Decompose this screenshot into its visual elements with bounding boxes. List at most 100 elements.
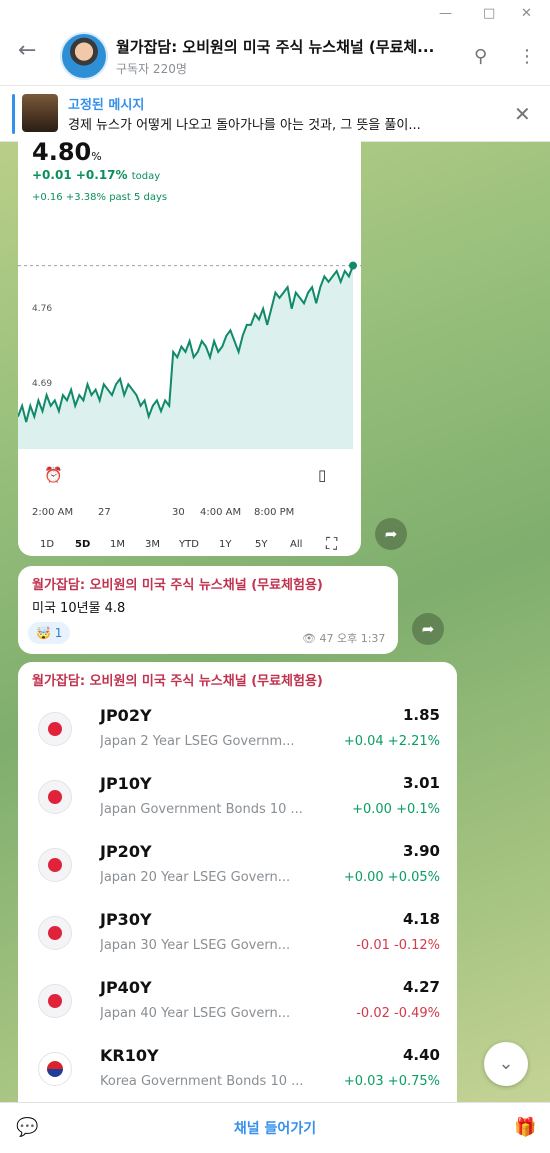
search-icon[interactable]: ⚲ [474,46,487,67]
period-1m[interactable]: 1M [110,539,125,550]
bond-row[interactable]: KR10Y Korea Government Bonds 10 ... 4.40 +0… [18,1042,457,1102]
japan-flag-icon [38,712,72,746]
bond-change-pct: +0.75% [387,1074,440,1089]
bond-change-value: -0.02 [356,1006,390,1021]
bond-row[interactable]: JP10Y Japan Government Bonds 10 ... 3.01 +0… [18,770,457,838]
bond-change: +0.03 +0.75% [344,1074,440,1089]
bond-name: Japan Government Bonds 10 ... [100,802,303,817]
japan-flag-icon [38,780,72,814]
reaction-chip[interactable]: 🤯 1 [28,622,71,644]
chart-area-fill [18,265,353,449]
period-5d[interactable]: 5D [75,539,90,550]
message-author[interactable]: 월가잡담: 오비원의 미국 주식 뉴스채널 (무료체험용) [32,574,323,593]
period-ytd[interactable]: YTD [179,539,199,550]
past-change-pct: +3.38% [65,192,106,203]
bond-change: -0.01 -0.12% [356,938,440,953]
channel-title[interactable]: 월가잡담: 오비원의 미국 주식 뉴스채널 (무료체... [116,36,434,57]
bond-yield: 3.01 [402,774,440,792]
window-close-icon[interactable]: ✕ [521,6,532,21]
bond-change-pct: +2.21% [387,734,440,749]
y-tick-label: 4.76 [32,303,53,314]
korea-flag-icon [38,1052,72,1086]
candle-toggle-icon[interactable]: ▯ [318,466,326,484]
x-tick-label: 4:00 AM [200,507,242,518]
bond-symbol: JP40Y [100,978,152,997]
japan-flag-icon [38,916,72,950]
yield-number: 4.80 [32,138,92,166]
past-change: +0.16 +3.38% past 5 days [32,192,167,203]
japan-flag-icon [38,848,72,882]
gift-icon[interactable]: 🎁 [514,1117,536,1138]
period-5y[interactable]: 5Y [255,539,267,550]
bond-change-pct: +0.05% [387,870,440,885]
fullscreen-icon[interactable]: ⛶ [326,534,337,554]
bond-row[interactable]: JP40Y Japan 40 Year LSEG Govern... 4.27 -0.… [18,974,457,1042]
yield-unit: % [91,150,102,163]
scroll-down-button[interactable]: ⌄ [484,1042,528,1086]
eye-icon: 👁 [302,632,316,645]
bond-row[interactable]: JP30Y Japan 30 Year LSEG Govern... 4.18 -0.… [18,906,457,974]
bond-symbol: JP02Y [100,706,152,725]
pinned-text: 경제 뉴스가 어떻게 나오고 돌아가나를 아는 것과, 그 뜻을 풀이... [68,118,421,133]
bond-symbol: JP20Y [100,842,152,861]
reaction-emoji: 🤯 [36,626,51,640]
bond-symbol: KR10Y [100,1046,159,1065]
bond-change-value: +0.00 [343,870,384,885]
y-tick-label: 4.69 [32,379,53,390]
chart-message-bubble: 4.80% +0.01 +0.17% today +0.16 +3.38% pa… [18,134,361,556]
period-all[interactable]: All [290,539,302,550]
message-text: 미국 10년물 4.8 [32,601,126,616]
pinned-indicator [12,94,15,134]
bond-name: Japan 2 Year LSEG Governm... [100,734,295,749]
bond-row[interactable]: JP20Y Japan 20 Year LSEG Govern... 3.90 +0.… [18,838,457,906]
window-minimize-icon[interactable]: — [439,6,452,21]
subscriber-count: 구독자 220명 [116,62,187,76]
today-change: +0.01 +0.17% today [32,168,160,182]
x-tick-label: 8:00 PM [254,507,295,518]
bond-change-value: +0.00 [352,802,392,817]
close-pinned-icon[interactable]: ✕ [514,102,531,126]
today-change-pct: +0.17% [75,168,128,182]
today-change-value: +0.01 [32,168,72,182]
bond-change-value: -0.01 [356,938,390,953]
yield-value: 4.80% [32,138,102,166]
bond-symbol: JP10Y [100,774,152,793]
more-options-icon[interactable]: ⋮ [518,46,536,67]
alarm-clock-icon[interactable]: ⏰ [44,466,63,484]
bond-yield: 4.40 [402,1046,440,1064]
message-bubble: 월가잡담: 오비원의 미국 주식 뉴스채널 (무료체험용) 미국 10년물 4.… [18,566,398,654]
period-1y[interactable]: 1Y [219,539,231,550]
bond-row[interactable]: JP02Y Japan 2 Year LSEG Governm... 1.85 +0.… [18,702,457,770]
window-maximize-icon[interactable]: □ [483,6,495,21]
channel-avatar[interactable] [60,32,108,80]
japan-flag-icon [38,984,72,1018]
pinned-title: 고정된 메시지 [68,98,145,113]
bond-change: +0.00 +0.05% [344,870,440,885]
view-count: 47 [319,632,334,645]
period-1d[interactable]: 1D [40,539,54,550]
bond-change-value: +0.03 [343,1074,384,1089]
message-author[interactable]: 월가잡담: 오비원의 미국 주식 뉴스채널 (무료체험용) [32,670,323,689]
x-tick-label: 30 [172,507,185,518]
pinned-thumbnail [22,94,58,132]
share-forward-icon[interactable]: ➦ [375,518,407,550]
bond-yield: 4.27 [402,978,440,996]
bond-name: Korea Government Bonds 10 ... [100,1074,304,1089]
bond-change-value: +0.04 [343,734,384,749]
bond-name: Japan 40 Year LSEG Govern... [100,1006,291,1021]
bond-yield: 3.90 [402,842,440,860]
x-tick-label: 2:00 AM [32,507,74,518]
bond-symbol: JP30Y [100,910,152,929]
yield-chart [18,261,361,449]
message-time: 오후 1:37 [336,632,386,645]
back-arrow-icon[interactable]: ← [18,40,36,62]
bond-change: +0.00 +0.1% [352,802,440,817]
bond-yield: 4.18 [402,910,440,928]
period-3m[interactable]: 3M [145,539,160,550]
join-channel-button[interactable]: 채널 들어가기 [0,1118,550,1138]
bond-change-pct: +0.1% [396,802,440,817]
share-forward-icon[interactable]: ➦ [412,613,444,645]
bond-name: Japan 20 Year LSEG Govern... [100,870,291,885]
chevron-down-icon: ⌄ [498,1053,514,1074]
bond-change-pct: -0.49% [394,1006,440,1021]
